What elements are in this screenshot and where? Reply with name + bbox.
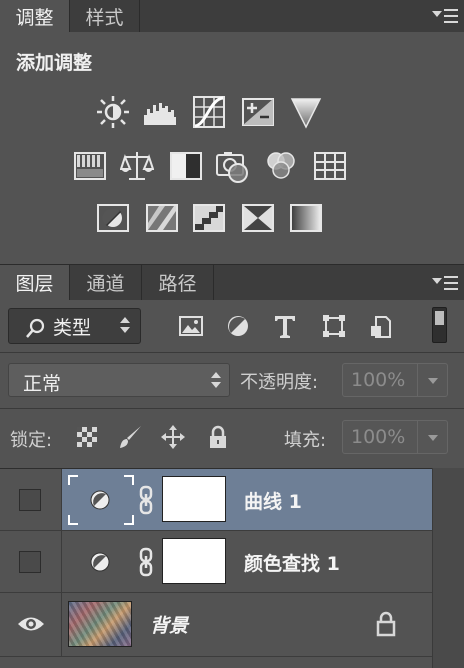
channel-mixer-icon[interactable] xyxy=(264,149,298,183)
tab-styles[interactable]: 样式 xyxy=(70,0,140,32)
visibility-cell[interactable] xyxy=(0,469,62,530)
visibility-cell[interactable] xyxy=(0,531,62,592)
mask-link-icon[interactable] xyxy=(138,485,154,515)
fill-value: 100% xyxy=(351,426,406,448)
select-arrows-icon xyxy=(120,317,130,335)
curves-icon[interactable] xyxy=(192,95,226,129)
layer-mask-thumbnail[interactable] xyxy=(162,538,226,584)
tab-paths[interactable]: 路径 xyxy=(142,265,214,300)
lock-position-icon[interactable] xyxy=(160,424,186,450)
panel-menu-icon[interactable] xyxy=(432,7,458,25)
fill-field[interactable]: 100% xyxy=(342,420,448,454)
tab-channels[interactable]: 通道 xyxy=(70,265,142,300)
fill-dropdown-icon[interactable] xyxy=(417,421,447,453)
type-filter-icon[interactable] xyxy=(271,312,299,340)
visibility-toggle[interactable] xyxy=(19,551,41,573)
visibility-toggle[interactable] xyxy=(19,489,41,511)
shape-filter-icon[interactable] xyxy=(320,312,348,340)
tab-layers[interactable]: 图层 xyxy=(0,265,70,300)
threshold-icon[interactable] xyxy=(192,201,226,235)
selective-color-icon[interactable] xyxy=(241,201,275,235)
black-white-icon[interactable] xyxy=(169,149,203,183)
lock-icon xyxy=(376,611,396,637)
brightness-contrast-icon[interactable] xyxy=(96,95,130,129)
adjustment-layer-thumbnail[interactable] xyxy=(68,475,134,525)
layer-mask-thumbnail[interactable] xyxy=(162,476,226,522)
visibility-cell[interactable] xyxy=(0,593,62,656)
eye-icon[interactable] xyxy=(16,613,46,635)
opacity-value: 100% xyxy=(351,369,406,391)
image-filter-icon[interactable] xyxy=(177,312,205,340)
background-layer-thumbnail[interactable] xyxy=(68,601,132,647)
adjustment-layer-icon xyxy=(90,552,110,572)
color-balance-icon[interactable] xyxy=(119,149,155,183)
lock-image-pixels-icon[interactable] xyxy=(117,424,143,450)
adjustment-layer-thumbnail[interactable] xyxy=(68,537,134,587)
blend-mode-select[interactable]: 正常 xyxy=(8,363,230,397)
filter-kind-select[interactable]: 类型 xyxy=(8,308,141,344)
layers-scrollbar[interactable] xyxy=(432,468,464,668)
layers-tabbar: 图层 通道 路径 xyxy=(0,264,464,300)
select-arrows-icon xyxy=(211,372,221,390)
layer-name[interactable]: 曲线 1 xyxy=(244,487,302,514)
exposure-icon[interactable] xyxy=(241,95,275,129)
filter-toggle-switch[interactable] xyxy=(432,307,447,343)
fill-label: 填充: xyxy=(284,430,327,451)
search-icon xyxy=(26,318,45,338)
layer-row-curves[interactable]: 曲线 1 xyxy=(0,469,432,531)
color-lookup-icon[interactable] xyxy=(313,149,347,183)
layer-name[interactable]: 颜色查找 1 xyxy=(244,549,340,576)
divider xyxy=(0,408,464,409)
layers-list: 曲线 1 颜色查找 1 背景 xyxy=(0,468,464,668)
divider xyxy=(0,352,464,353)
opacity-dropdown-icon[interactable] xyxy=(417,364,447,396)
adjustments-tabbar: 调整 样式 xyxy=(0,0,464,32)
lock-all-icon[interactable] xyxy=(205,424,231,450)
adjustment-filter-icon[interactable] xyxy=(224,312,252,340)
posterize-icon[interactable] xyxy=(145,201,179,235)
tab-adjustments[interactable]: 调整 xyxy=(0,0,70,32)
add-adjustment-heading: 添加调整 xyxy=(16,52,93,74)
layer-row-background[interactable]: 背景 xyxy=(0,593,432,657)
gradient-map-icon[interactable] xyxy=(289,201,323,235)
mask-link-icon[interactable] xyxy=(138,547,154,577)
blend-mode-value: 正常 xyxy=(23,373,62,395)
layers-panel-menu-icon[interactable] xyxy=(432,274,458,292)
smart-object-filter-icon[interactable] xyxy=(367,312,395,340)
vibrance-icon[interactable] xyxy=(289,95,323,129)
adjustment-layer-icon xyxy=(90,490,110,510)
levels-icon[interactable] xyxy=(143,95,177,129)
lock-transparent-pixels-icon[interactable] xyxy=(74,424,100,450)
lock-label: 锁定: xyxy=(10,430,53,451)
hue-saturation-icon[interactable] xyxy=(73,149,107,183)
opacity-label: 不透明度: xyxy=(240,372,319,393)
photo-filter-icon[interactable] xyxy=(216,149,250,183)
filter-kind-label: 类型 xyxy=(53,316,92,339)
invert-icon[interactable] xyxy=(96,201,130,235)
layer-row-color-lookup[interactable]: 颜色查找 1 xyxy=(0,531,432,593)
layer-name[interactable]: 背景 xyxy=(150,611,188,638)
opacity-field[interactable]: 100% xyxy=(342,363,448,397)
